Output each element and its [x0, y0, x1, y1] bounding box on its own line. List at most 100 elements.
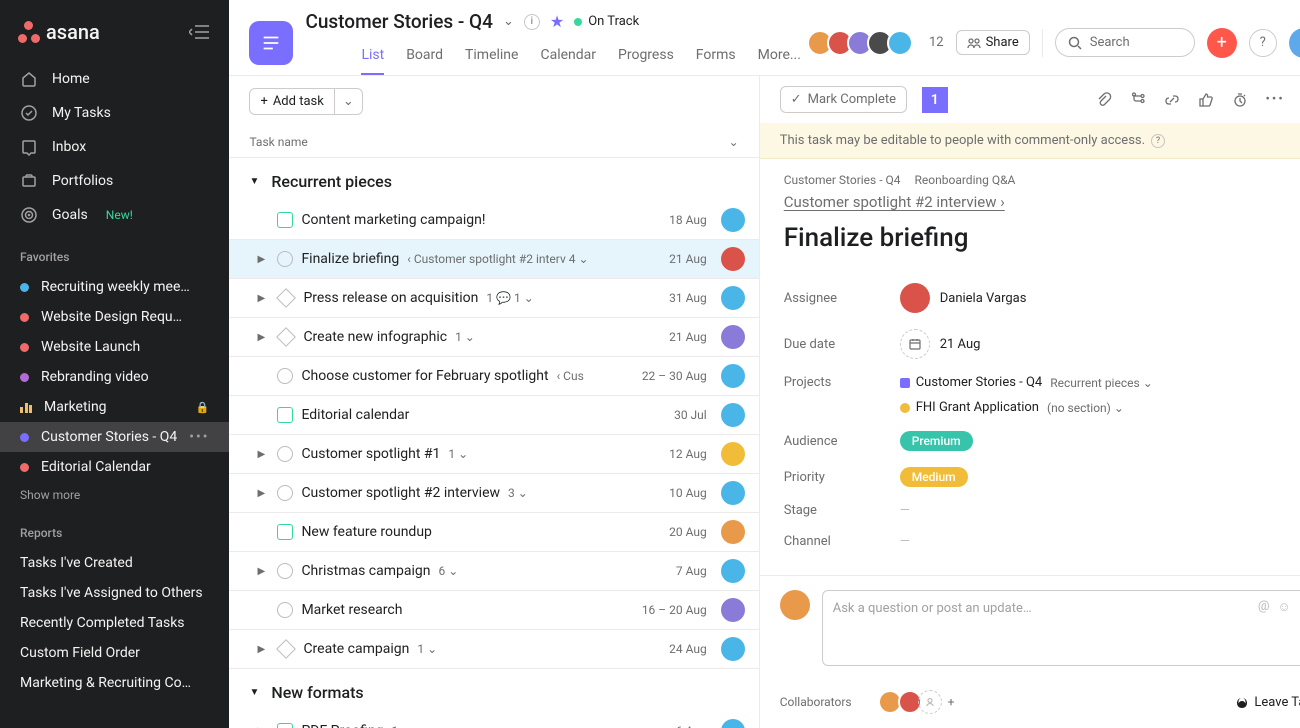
nav-home[interactable]: Home: [0, 62, 229, 96]
favorite-item[interactable]: Customer Stories - Q4•••: [0, 422, 229, 452]
breadcrumb[interactable]: Customer Stories - Q4: [784, 173, 901, 187]
assignee-avatar[interactable]: [721, 208, 745, 232]
add-task-button[interactable]: + Add task: [249, 88, 334, 115]
tab-calendar[interactable]: Calendar: [540, 41, 596, 75]
comment-input[interactable]: Ask a question or post an update… @ ☺ ✦: [822, 590, 1300, 666]
collapse-sidebar-icon[interactable]: [189, 24, 211, 40]
assignee-avatar[interactable]: [721, 247, 745, 271]
task-row[interactable]: Market research16 – 20 Aug: [229, 591, 758, 630]
task-row[interactable]: ▶Create new infographic1 ⌄21 Aug: [229, 318, 758, 357]
assignee-avatar[interactable]: [721, 442, 745, 466]
complete-check[interactable]: [277, 212, 293, 228]
member-avatars[interactable]: [813, 30, 913, 56]
assignee-avatar[interactable]: [721, 559, 745, 583]
link-icon[interactable]: [1164, 92, 1180, 108]
favorite-item[interactable]: Marketing🔒: [0, 392, 229, 422]
quick-add-button[interactable]: +: [1207, 28, 1237, 58]
project-title[interactable]: Customer Stories - Q4: [305, 10, 493, 33]
leave-task-button[interactable]: Leave Task: [1235, 695, 1300, 710]
audience-pill[interactable]: Premium: [900, 431, 973, 451]
complete-check[interactable]: [277, 602, 293, 618]
help-button[interactable]: ?: [1249, 29, 1277, 57]
report-item[interactable]: Custom Field Order: [0, 638, 229, 668]
tab-more[interactable]: More...: [758, 41, 801, 75]
search-input[interactable]: Search: [1055, 28, 1195, 57]
status-pill[interactable]: On Track: [574, 14, 639, 29]
favorite-item[interactable]: Editorial Calendar: [0, 452, 229, 482]
share-button[interactable]: Share: [956, 30, 1030, 55]
complete-check[interactable]: [277, 485, 293, 501]
add-task-dropdown[interactable]: ⌄: [335, 88, 363, 115]
like-icon[interactable]: [1198, 92, 1214, 108]
tab-timeline[interactable]: Timeline: [465, 41, 518, 75]
mention-icon[interactable]: @: [1258, 599, 1270, 615]
user-avatar[interactable]: [1289, 28, 1300, 58]
assignee-field[interactable]: Daniela Vargas: [900, 283, 1027, 313]
mark-complete-button[interactable]: ✓ Mark Complete: [780, 86, 907, 113]
favorite-item[interactable]: Recruiting weekly mee…: [0, 272, 229, 302]
assignee-avatar[interactable]: [721, 719, 745, 728]
attachment-icon[interactable]: [1096, 92, 1112, 108]
logo[interactable]: asana: [18, 20, 100, 44]
breadcrumb[interactable]: Reonboarding Q&A: [915, 173, 1016, 187]
task-row[interactable]: ▶Customer spotlight #11 ⌄12 Aug: [229, 435, 758, 474]
task-row[interactable]: ▶Finalize briefing‹ Customer spotlight #…: [229, 240, 758, 279]
complete-check[interactable]: [277, 563, 293, 579]
report-item[interactable]: Tasks I've Assigned to Others: [0, 578, 229, 608]
milestone-icon[interactable]: [277, 639, 297, 659]
tab-forms[interactable]: Forms: [696, 41, 736, 75]
report-item[interactable]: Tasks I've Created: [0, 548, 229, 578]
info-icon[interactable]: i: [524, 14, 540, 30]
milestone-icon[interactable]: [277, 327, 297, 347]
favorite-item[interactable]: Website Design Requ…: [0, 302, 229, 332]
assignee-avatar[interactable]: [721, 598, 745, 622]
project-chip[interactable]: FHI Grant Application: [900, 400, 1039, 415]
complete-check[interactable]: [277, 368, 293, 384]
section-header[interactable]: ▼Recurrent pieces: [229, 158, 758, 201]
add-collaborator-plus[interactable]: +: [948, 695, 955, 709]
task-row[interactable]: ▶Press release on acquisition1 💬 1 ⌄31 A…: [229, 279, 758, 318]
task-row[interactable]: Editorial calendar30 Jul: [229, 396, 758, 435]
task-row[interactable]: Choose customer for February spotlight‹ …: [229, 357, 758, 396]
complete-check[interactable]: [277, 723, 293, 728]
assignee-avatar[interactable]: [721, 364, 745, 388]
task-row[interactable]: ▶Create campaign1 ⌄24 Aug: [229, 630, 758, 669]
task-row[interactable]: ▶Customer spotlight #2 interview3 ⌄10 Au…: [229, 474, 758, 513]
tab-progress[interactable]: Progress: [618, 41, 674, 75]
more-icon[interactable]: •••: [1266, 92, 1285, 107]
project-section[interactable]: Recurrent pieces ⌄: [1050, 376, 1153, 390]
star-icon[interactable]: ★: [550, 12, 564, 31]
favorite-item[interactable]: Rebranding video: [0, 362, 229, 392]
task-row[interactable]: ▶PDF Proofing1 ⌄6 Aug: [229, 712, 758, 728]
assignee-avatar[interactable]: [721, 481, 745, 505]
parent-task-link[interactable]: Customer spotlight #2 interview ›: [784, 193, 1005, 211]
subtask-icon[interactable]: [1130, 92, 1146, 108]
tab-board[interactable]: Board: [406, 41, 443, 75]
nav-goals[interactable]: GoalsNew!: [0, 198, 229, 232]
tab-list[interactable]: List: [361, 41, 384, 75]
show-more[interactable]: Show more: [0, 482, 229, 508]
chevron-down-icon[interactable]: ⌄: [729, 135, 739, 149]
project-section[interactable]: (no section) ⌄: [1047, 401, 1124, 415]
assignee-avatar[interactable]: [721, 520, 745, 544]
assignee-avatar[interactable]: [721, 637, 745, 661]
emoji-icon[interactable]: ☺: [1278, 599, 1291, 615]
more-icon[interactable]: •••: [189, 429, 209, 445]
section-header[interactable]: ▼New formats: [229, 669, 758, 712]
add-collaborator[interactable]: [918, 690, 942, 714]
assignee-avatar[interactable]: [721, 286, 745, 310]
assignee-avatar[interactable]: [721, 403, 745, 427]
stage-field[interactable]: —: [900, 503, 910, 518]
assignee-avatar[interactable]: [721, 325, 745, 349]
chevron-down-icon[interactable]: ⌄: [503, 14, 514, 29]
complete-check[interactable]: [277, 251, 293, 267]
nav-inbox[interactable]: Inbox: [0, 130, 229, 164]
timer-icon[interactable]: [1232, 92, 1248, 108]
nav-my-tasks[interactable]: My Tasks: [0, 96, 229, 130]
task-row[interactable]: ▶Christmas campaign6 ⌄7 Aug: [229, 552, 758, 591]
complete-check[interactable]: [277, 407, 293, 423]
task-title[interactable]: Finalize briefing: [784, 223, 1300, 253]
project-icon[interactable]: [249, 21, 293, 65]
nav-portfolios[interactable]: Portfolios: [0, 164, 229, 198]
complete-check[interactable]: [277, 446, 293, 462]
